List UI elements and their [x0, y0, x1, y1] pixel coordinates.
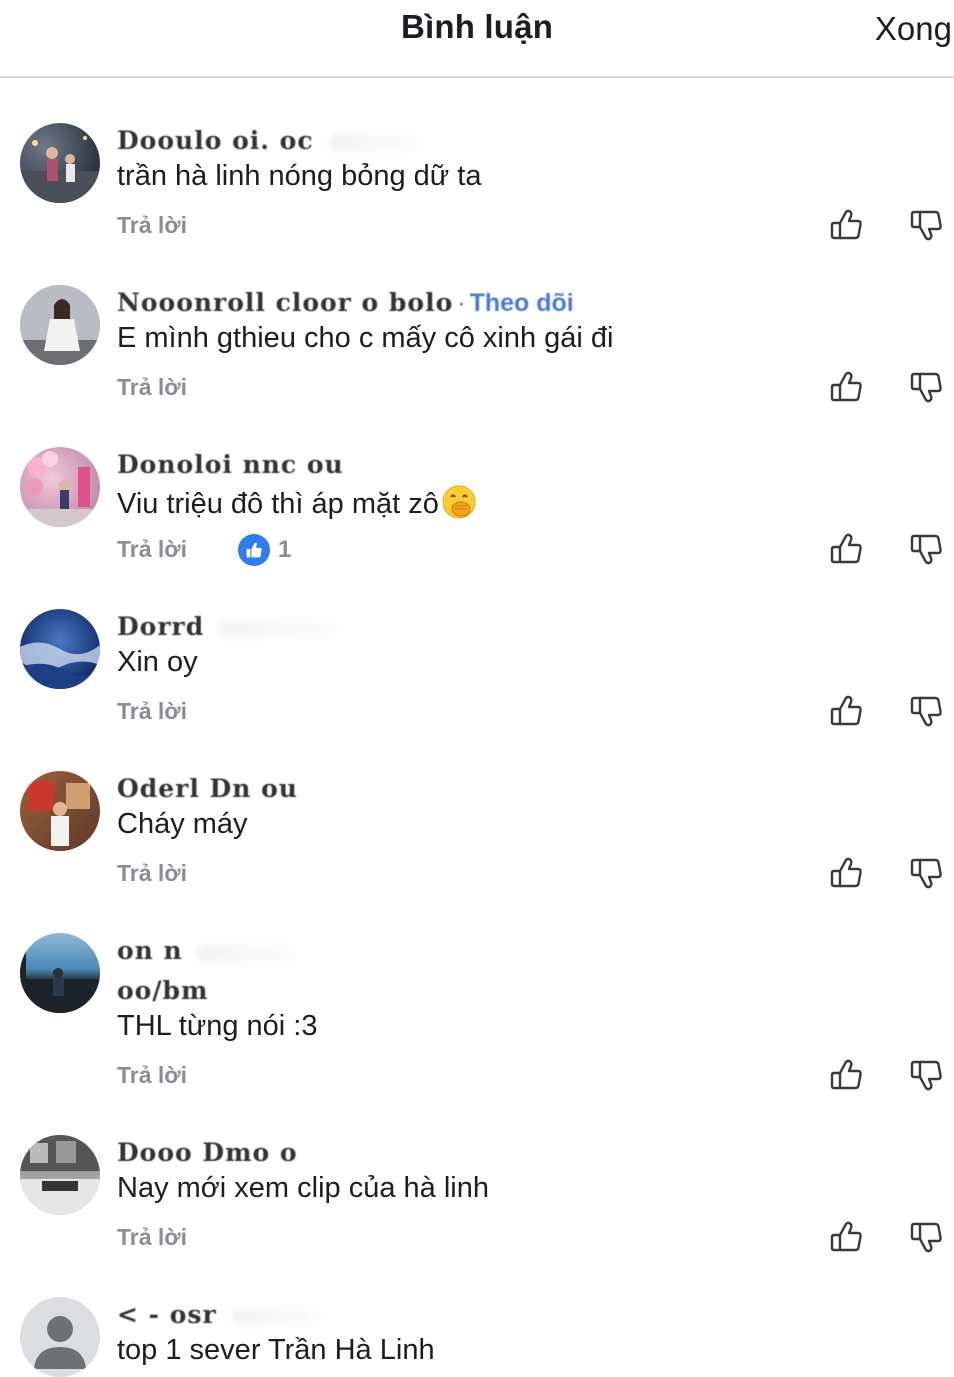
comment-author[interactable]: Dooo Dmo o [117, 1138, 298, 1168]
avatar[interactable] [20, 1297, 100, 1377]
comment-author[interactable]: Dooulo oi. oc [117, 126, 418, 156]
thumbs-down-icon[interactable] [909, 694, 943, 728]
comment-author[interactable]: on n [117, 936, 297, 966]
thumbs-up-icon[interactable] [829, 370, 863, 404]
follow-link[interactable]: Theo dõi [470, 289, 574, 317]
like-count: 1 [278, 536, 292, 563]
thumbs-up-icon[interactable] [829, 532, 863, 566]
comment-text: THL từng nói :3 [117, 1010, 318, 1042]
thumbs-down-icon[interactable] [909, 856, 943, 890]
done-button[interactable]: Xong [875, 10, 952, 48]
thumbs-down-icon[interactable] [909, 370, 943, 404]
comment-author[interactable]: Donoloi nnc ou [117, 450, 344, 480]
reply-button[interactable]: Trả lời [117, 860, 187, 887]
thumbs-up-icon[interactable] [829, 856, 863, 890]
avatar[interactable] [20, 771, 100, 851]
avatar-photo [20, 933, 100, 1013]
avatar[interactable] [20, 609, 100, 689]
avatar[interactable] [20, 933, 100, 1013]
avatar[interactable] [20, 447, 100, 527]
comment-text: trần hà linh nóng bỏng dữ ta [117, 160, 482, 192]
comment-author[interactable]: < - osr [117, 1300, 321, 1330]
reply-button[interactable]: Trả lời [117, 536, 187, 563]
avatar-photo [20, 1135, 100, 1215]
thumbs-up-icon[interactable] [829, 1220, 863, 1254]
comment-text: Nay mới xem clip của hà linh [117, 1172, 489, 1204]
avatar-photo [20, 285, 100, 365]
reply-button[interactable]: Trả lời [117, 1062, 187, 1089]
page-title: Bình luận [400, 8, 554, 45]
comment-author[interactable]: Oderl Dn ou [117, 774, 298, 804]
reply-button[interactable]: Trả lời [117, 212, 187, 239]
comment-author[interactable]: Dorrd [117, 612, 339, 642]
comment-text: E mình gthieu cho c mấy cô xinh gái đi [117, 322, 614, 354]
thumbs-up-icon[interactable] [829, 208, 863, 242]
thumbs-down-icon[interactable] [909, 532, 943, 566]
reply-button[interactable]: Trả lời [117, 698, 187, 725]
avatar[interactable] [20, 1135, 100, 1215]
comment-text: Cháy máy [117, 808, 248, 840]
thumbs-down-icon[interactable] [909, 1058, 943, 1092]
avatar[interactable] [20, 285, 100, 365]
comment-author[interactable]: Nooonroll cloor o bolo · Theo dõi [117, 288, 574, 318]
default-avatar-icon [34, 1316, 86, 1369]
reply-button[interactable]: Trả lời [117, 1224, 187, 1251]
thumbs-down-icon[interactable] [909, 208, 943, 242]
avatar-photo [20, 136, 100, 203]
comment-text: Viu triệu đô thì áp mặt zô [117, 484, 477, 521]
avatar-photo [28, 781, 90, 846]
comment-author-line2[interactable]: oo/bm [117, 976, 208, 1006]
reaction-summary[interactable]: 1 [238, 534, 291, 566]
header: Bình luận Xong [0, 0, 954, 78]
avatar[interactable] [20, 123, 100, 203]
reply-button[interactable]: Trả lời [117, 374, 187, 401]
thumbs-down-icon[interactable] [909, 1220, 943, 1254]
avatar-photo [20, 451, 100, 527]
thumbs-up-icon[interactable] [829, 1058, 863, 1092]
face-with-hand-over-mouth-icon [442, 485, 476, 519]
thumbs-up-icon[interactable] [829, 694, 863, 728]
like-reaction-icon [238, 534, 270, 566]
comment-text: Xin oy [117, 646, 198, 678]
avatar-photo [20, 642, 100, 689]
comment-text: top 1 sever Trần Hà Linh [117, 1334, 435, 1366]
